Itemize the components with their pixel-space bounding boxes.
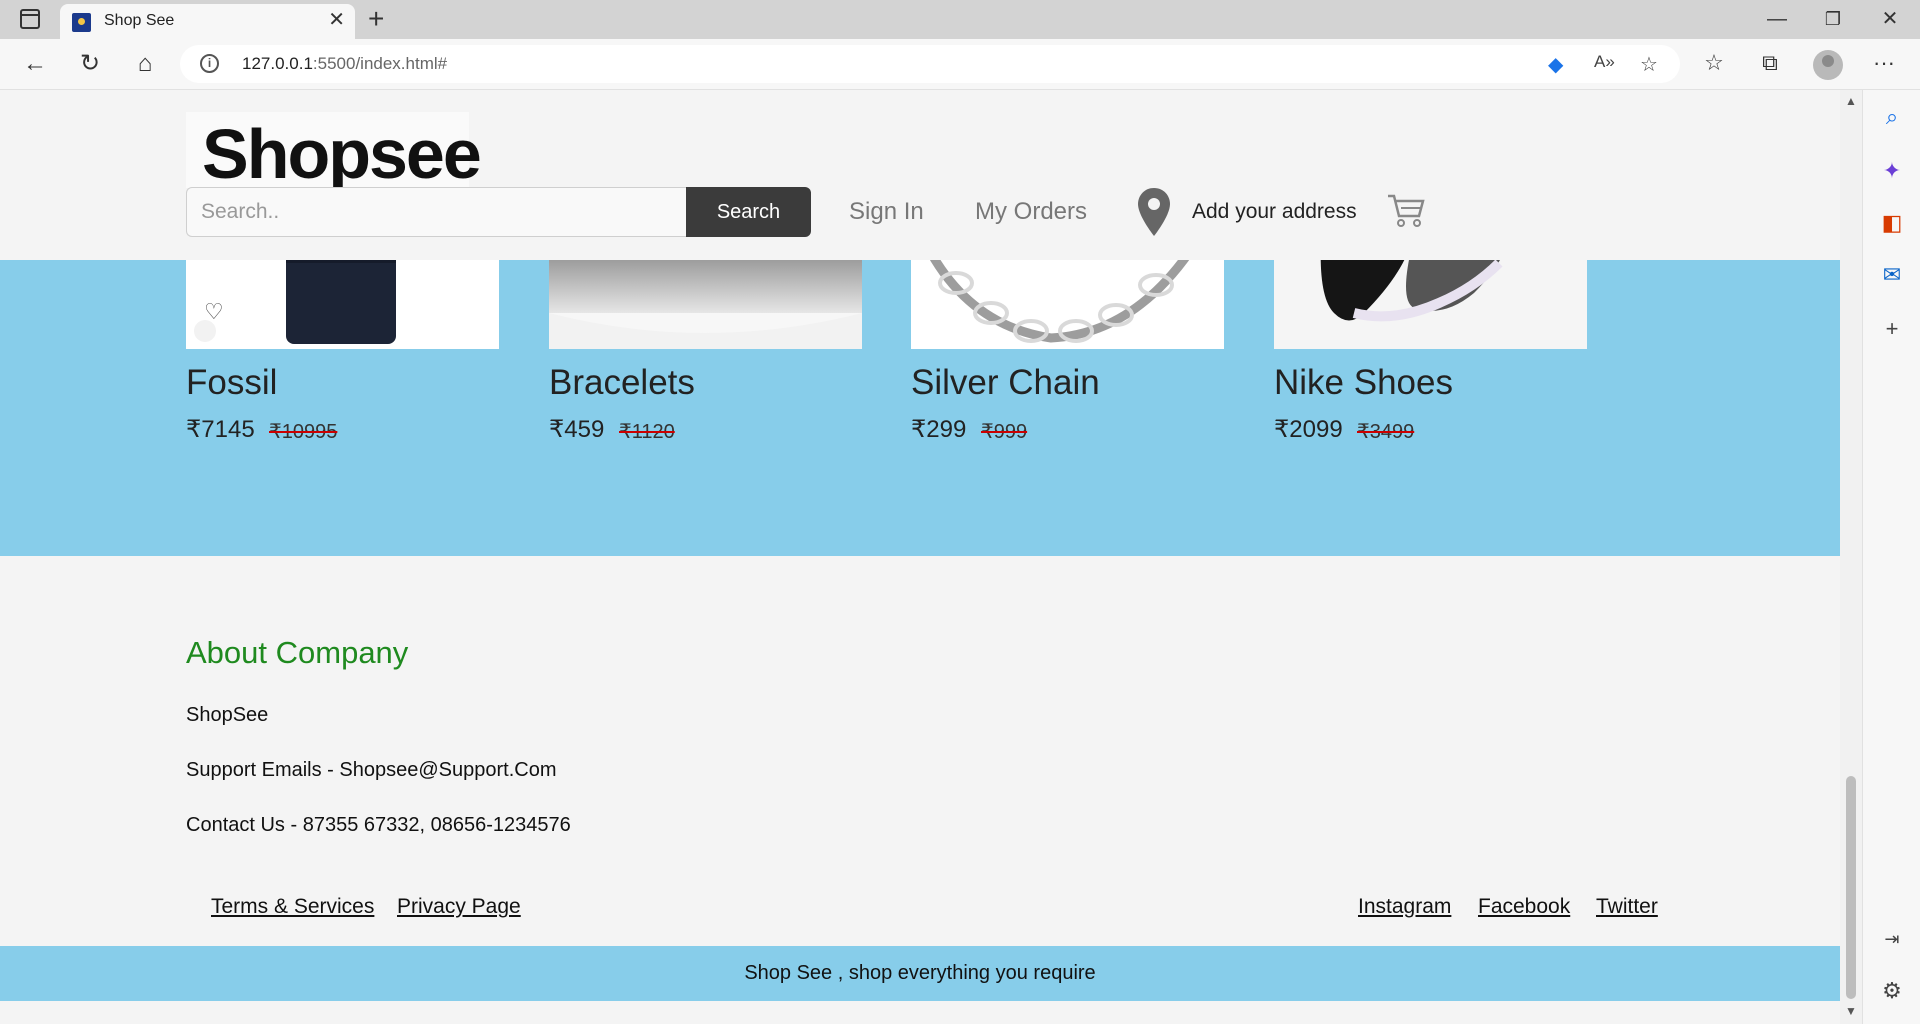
- facebook-link[interactable]: Facebook: [1478, 895, 1570, 919]
- address-link[interactable]: Add your address: [1192, 200, 1357, 224]
- wishlist-dot: [194, 320, 216, 342]
- browser-chrome: Shop See ✕ + — ❐ ✕ ← ↻ ⌂ i 127.0.0.1:550…: [0, 0, 1920, 90]
- product-mrp: ₹10995: [269, 421, 338, 443]
- footer-band: Shop See , shop everything you require: [0, 946, 1840, 1001]
- sign-in-link[interactable]: Sign In: [849, 198, 924, 226]
- about-contact: Contact Us - 87355 67332, 08656-1234576: [186, 814, 571, 836]
- scroll-thumb[interactable]: [1846, 776, 1856, 999]
- scroll-down-icon[interactable]: ▼: [1845, 1004, 1857, 1018]
- close-tab-icon[interactable]: ✕: [328, 9, 345, 31]
- tab-actions-icon[interactable]: [20, 9, 40, 29]
- home-icon[interactable]: ⌂: [130, 49, 160, 79]
- product-price: ₹2099: [1274, 416, 1343, 443]
- site-info-icon[interactable]: i: [200, 54, 219, 73]
- site-logo[interactable]: Shopsee: [186, 112, 482, 193]
- instagram-link[interactable]: Instagram: [1358, 895, 1451, 919]
- outlook-icon[interactable]: ✉: [1879, 262, 1905, 288]
- address-bar[interactable]: i 127.0.0.1:5500/index.html# ◆ A» ☆: [180, 45, 1680, 83]
- product-price: ₹7145: [186, 416, 255, 443]
- tab-title: Shop See: [104, 12, 175, 29]
- read-aloud-icon[interactable]: A»: [1594, 52, 1615, 72]
- terms-link[interactable]: Terms & Services: [211, 895, 374, 919]
- product-name[interactable]: Bracelets: [549, 363, 695, 403]
- scroll-up-icon[interactable]: ▲: [1845, 94, 1857, 108]
- footer-tagline: Shop See , shop everything you require: [744, 962, 1096, 984]
- product-mrp: ₹999: [981, 421, 1028, 443]
- search-input[interactable]: Search..: [186, 187, 688, 237]
- more-menu-icon[interactable]: ···: [1870, 50, 1898, 76]
- page-scrollbar[interactable]: ▲ ▼: [1840, 90, 1862, 1024]
- minimize-icon[interactable]: —: [1762, 6, 1792, 32]
- product-price: ₹459: [549, 416, 605, 443]
- my-orders-link[interactable]: My Orders: [975, 198, 1087, 226]
- logo-text: Shopsee: [202, 115, 482, 193]
- product-mrp: ₹1120: [619, 421, 675, 443]
- privacy-link[interactable]: Privacy Page: [397, 895, 521, 919]
- office-icon[interactable]: ◧: [1879, 210, 1905, 236]
- restore-icon[interactable]: ❐: [1818, 6, 1848, 32]
- about-company-name: ShopSee: [186, 704, 269, 726]
- product-mrp: ₹3499: [1357, 421, 1415, 443]
- edge-sidebar: ⌕ ✦ ◧ ✉ + ⇥ ⚙: [1862, 90, 1920, 1024]
- map-pin-icon[interactable]: [1137, 187, 1171, 237]
- favorites-icon[interactable]: ☆: [1700, 50, 1728, 76]
- add-favorite-icon[interactable]: ☆: [1640, 52, 1658, 77]
- add-sidebar-icon[interactable]: +: [1879, 316, 1905, 342]
- search-icon[interactable]: ⌕: [1879, 104, 1905, 130]
- settings-gear-icon[interactable]: ⚙: [1879, 978, 1905, 1004]
- about-support-email: Support Emails - Shopsee@Support.Com: [186, 759, 557, 781]
- navigation-bar: ← ↻ ⌂ i 127.0.0.1:5500/index.html# ◆ A» …: [0, 39, 1920, 90]
- twitter-link[interactable]: Twitter: [1596, 895, 1658, 919]
- reload-icon[interactable]: ↻: [75, 49, 105, 79]
- url-text: 127.0.0.1:5500/index.html#: [242, 54, 448, 73]
- browser-tab[interactable]: Shop See ✕: [60, 4, 355, 39]
- product-name[interactable]: Fossil: [186, 363, 277, 403]
- product-name[interactable]: Silver Chain: [911, 363, 1100, 403]
- copilot-icon[interactable]: ✦: [1879, 158, 1905, 184]
- product-price: ₹299: [911, 416, 967, 443]
- page-viewport: Shopsee Search.. Search Sign In My Order…: [0, 90, 1840, 1024]
- back-icon[interactable]: ←: [20, 49, 50, 79]
- product-name[interactable]: Nike Shoes: [1274, 363, 1453, 403]
- search-button[interactable]: Search: [686, 187, 811, 237]
- tab-bar: Shop See ✕ + — ❐ ✕: [0, 0, 1920, 39]
- collections-icon[interactable]: ⧉: [1756, 50, 1784, 76]
- profile-avatar[interactable]: [1813, 50, 1843, 80]
- hide-sidebar-icon[interactable]: ⇥: [1879, 926, 1905, 952]
- cart-icon[interactable]: [1386, 192, 1426, 228]
- favicon-icon: [72, 13, 91, 32]
- price-tag-icon[interactable]: ◆: [1548, 52, 1563, 77]
- about-title: About Company: [186, 635, 409, 670]
- site-header: Shopsee Search.. Search Sign In My Order…: [0, 90, 1840, 260]
- new-tab-icon[interactable]: +: [368, 4, 384, 34]
- window-close-icon[interactable]: ✕: [1875, 6, 1905, 32]
